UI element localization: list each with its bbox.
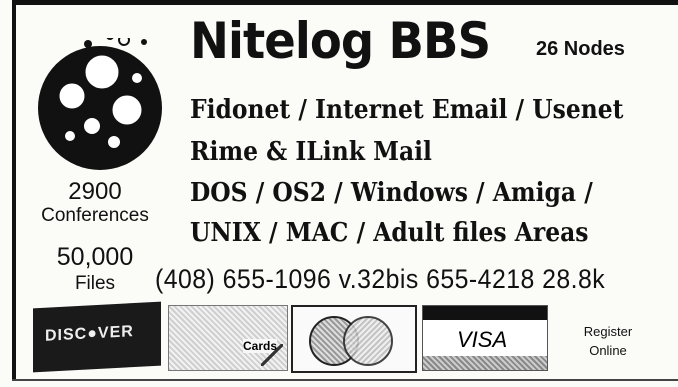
files-count: 50,000 xyxy=(56,243,134,271)
visa-card-logo: VISA xyxy=(422,305,548,371)
top-border xyxy=(12,0,678,5)
register-online-text: Register Online xyxy=(560,322,656,360)
amex-card-logo: Cards xyxy=(168,305,288,371)
visa-label: VISA xyxy=(457,327,508,352)
bottom-border xyxy=(12,379,678,381)
mastercard-right-circle-icon xyxy=(343,316,393,366)
visa-top-band xyxy=(423,306,547,320)
left-border xyxy=(12,0,16,380)
visa-bottom-band xyxy=(423,356,547,370)
platforms-line: DOS / OS2 / Windows / Amiga / xyxy=(190,178,593,208)
moon-icon xyxy=(38,38,162,170)
file-areas-line: UNIX / MAC / Adult files Areas xyxy=(190,218,589,248)
bbs-advertisement: Nitelog BBS 26 Nodes Fidonet / Internet … xyxy=(0,0,678,387)
register-text: Register xyxy=(583,324,633,339)
phone-numbers: (408) 655-1096 v.32bis 655-4218 28.8k xyxy=(155,264,606,294)
card-stripe-icon xyxy=(261,344,283,366)
node-count: 26 Nodes xyxy=(536,38,625,60)
mail-line: Rime & ILink Mail xyxy=(190,137,432,167)
online-text: Online xyxy=(589,343,627,358)
files-label: Files xyxy=(74,273,116,294)
mastercard-logo xyxy=(291,305,417,373)
bbs-title: Nitelog BBS xyxy=(190,12,491,70)
discover-card-logo: DISC●VER xyxy=(33,301,161,373)
discover-label: DISC●VER xyxy=(45,323,134,345)
conferences-label: Conferences xyxy=(41,205,149,226)
conferences-count: 2900 xyxy=(68,178,122,205)
networks-line: Fidonet / Internet Email / Usenet xyxy=(190,95,624,125)
